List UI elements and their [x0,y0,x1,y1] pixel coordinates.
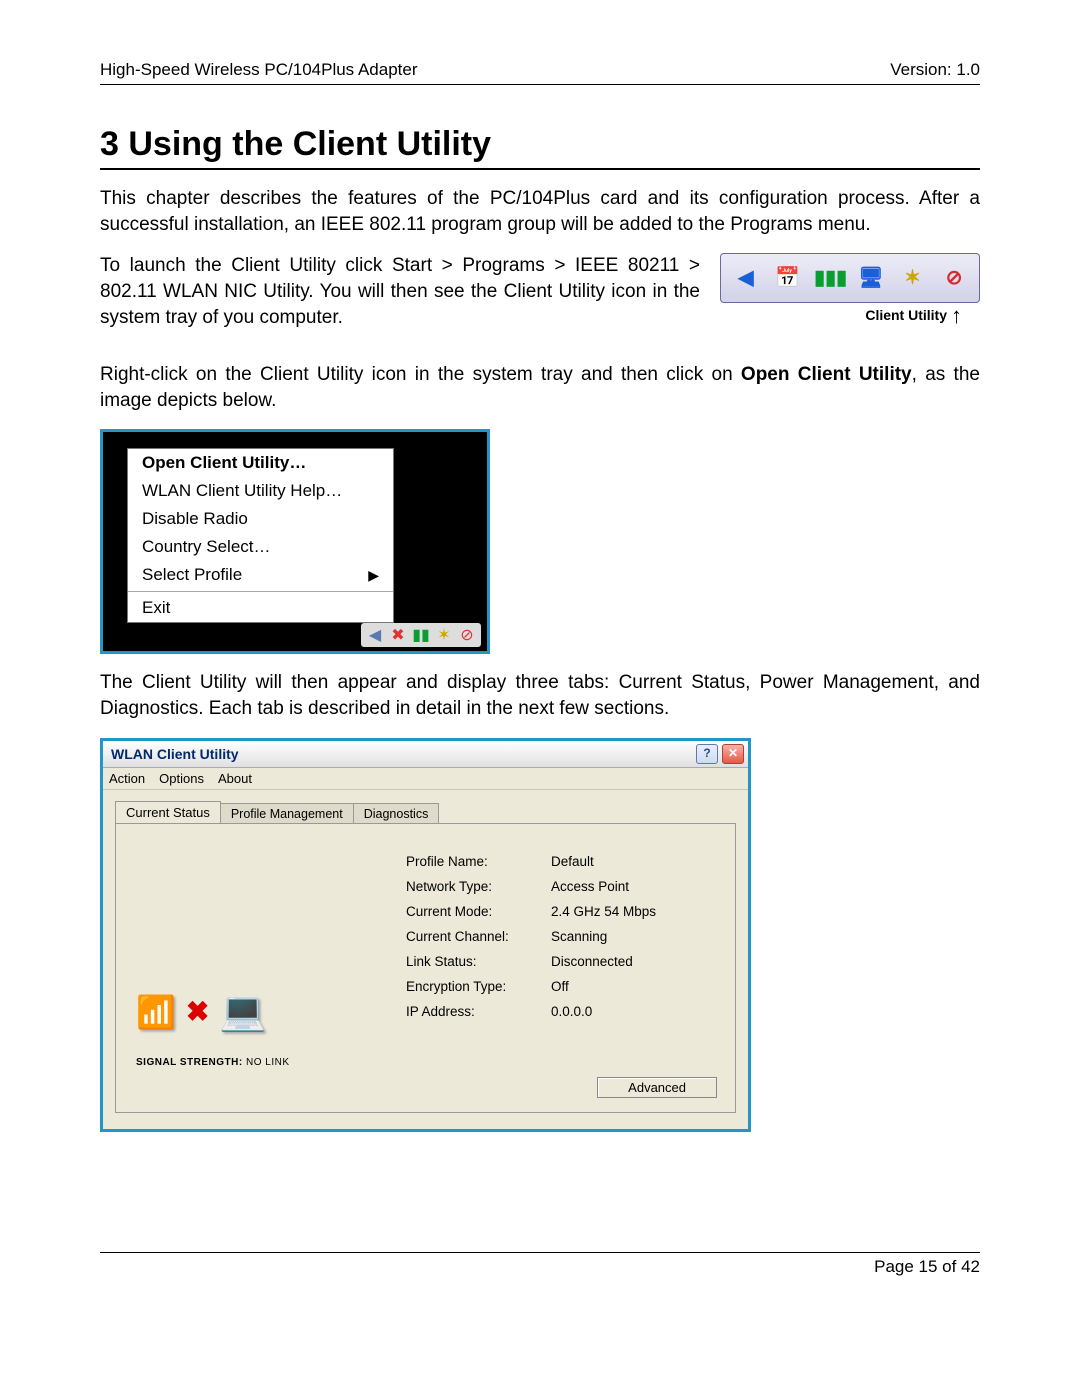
val-link-status: Disconnected [551,954,633,969]
tray-signal-icon: ▮▮ [411,625,431,645]
context-menu-screenshot: Open Client Utility… WLAN Client Utility… [100,429,490,654]
lbl-link-status: Link Status: [406,954,551,969]
systray-image: ◀ 📅 ▮▮▮ 🖥 ✶ ⊘ [720,253,980,303]
val-network-type: Access Point [551,879,629,894]
val-current-mode: 2.4 GHz 54 Mbps [551,904,656,919]
tab-current-status[interactable]: Current Status [115,801,221,824]
launch-paragraph: To launch the Client Utility click Start… [100,253,700,330]
menu-action[interactable]: Action [109,771,145,786]
lbl-ip-address: IP Address: [406,1004,551,1019]
menu-about[interactable]: About [218,771,252,786]
wlan-client-utility-dialog: WLAN Client Utility ? ✕ Action Options A… [100,738,751,1132]
menu-help[interactable]: WLAN Client Utility Help… [128,477,393,505]
menu-disable-radio[interactable]: Disable Radio [128,505,393,533]
systray-figure: ◀ 📅 ▮▮▮ 🖥 ✶ ⊘ Client Utility ↑ [720,253,980,323]
dialog-titlebar: WLAN Client Utility ? ✕ [103,741,748,768]
back-icon: ◀ [731,263,761,293]
tab-strip: Current Status Profile Management Diagno… [115,800,736,823]
rightclick-paragraph: Right-click on the Client Utility icon i… [100,362,980,413]
lbl-profile-name: Profile Name: [406,854,551,869]
signal-strength-label: SIGNAL STRENGTH: NO LINK [136,1057,290,1068]
menu-separator [128,591,393,592]
submenu-arrow-icon: ▶ [368,567,379,584]
menu-select-profile[interactable]: Select Profile ▶ [128,561,393,589]
accesspoint-icon: 📶 [136,993,176,1031]
tray-net-icon: ✶ [434,625,454,645]
laptop-icon: 💻 [219,990,266,1034]
tab-panel-current-status: 📶 ✖ 💻 SIGNAL STRENGTH: NO LINK Profile N… [115,823,736,1113]
monitor-icon: 🖥 [856,263,886,293]
lbl-network-type: Network Type: [406,879,551,894]
menu-country-select[interactable]: Country Select… [128,533,393,561]
calendar-icon: 📅 [772,263,802,293]
val-current-channel: Scanning [551,929,607,944]
header-right: Version: 1.0 [890,60,980,80]
header-left: High-Speed Wireless PC/104Plus Adapter [100,60,418,80]
link-status-image: 📶 ✖ 💻 [136,990,267,1034]
page-footer: Page 15 of 42 [100,1252,980,1277]
advanced-button[interactable]: Advanced [597,1077,717,1098]
signal-icon: ▮▮▮ [814,263,844,293]
val-ip-address: 0.0.0.0 [551,1004,592,1019]
dialog-title: WLAN Client Utility [111,746,239,762]
tray-close-icon: ✖ [388,625,408,645]
status-fields: Profile Name:Default Network Type:Access… [406,854,715,1074]
context-systray: ◀ ✖ ▮▮ ✶ ⊘ [361,623,481,647]
lbl-encryption: Encryption Type: [406,979,551,994]
lbl-current-mode: Current Mode: [406,904,551,919]
dialog-menubar: Action Options About [103,768,748,790]
tabs-paragraph: The Client Utility will then appear and … [100,670,980,721]
close-button[interactable]: ✕ [722,744,744,764]
menu-exit[interactable]: Exit [128,594,393,622]
context-menu: Open Client Utility… WLAN Client Utility… [127,448,394,623]
tray-back-icon: ◀ [365,625,385,645]
help-button[interactable]: ? [696,744,718,764]
disconnected-icon: ✖ [186,995,209,1028]
running-icon: ✶ [897,263,927,293]
error-icon: ⊘ [939,263,969,293]
tray-caption-label: Client Utility [865,307,947,323]
page-header: High-Speed Wireless PC/104Plus Adapter V… [100,60,980,85]
menu-options[interactable]: Options [159,771,204,786]
tray-blk-icon: ⊘ [457,625,477,645]
intro-paragraph: This chapter describes the features of t… [100,186,980,237]
menu-open-client-utility[interactable]: Open Client Utility… [128,449,393,477]
val-profile-name: Default [551,854,594,869]
lbl-current-channel: Current Channel: [406,929,551,944]
chapter-title: 3 Using the Client Utility [100,125,980,170]
val-encryption: Off [551,979,569,994]
arrow-up-icon: ↑ [951,309,962,322]
